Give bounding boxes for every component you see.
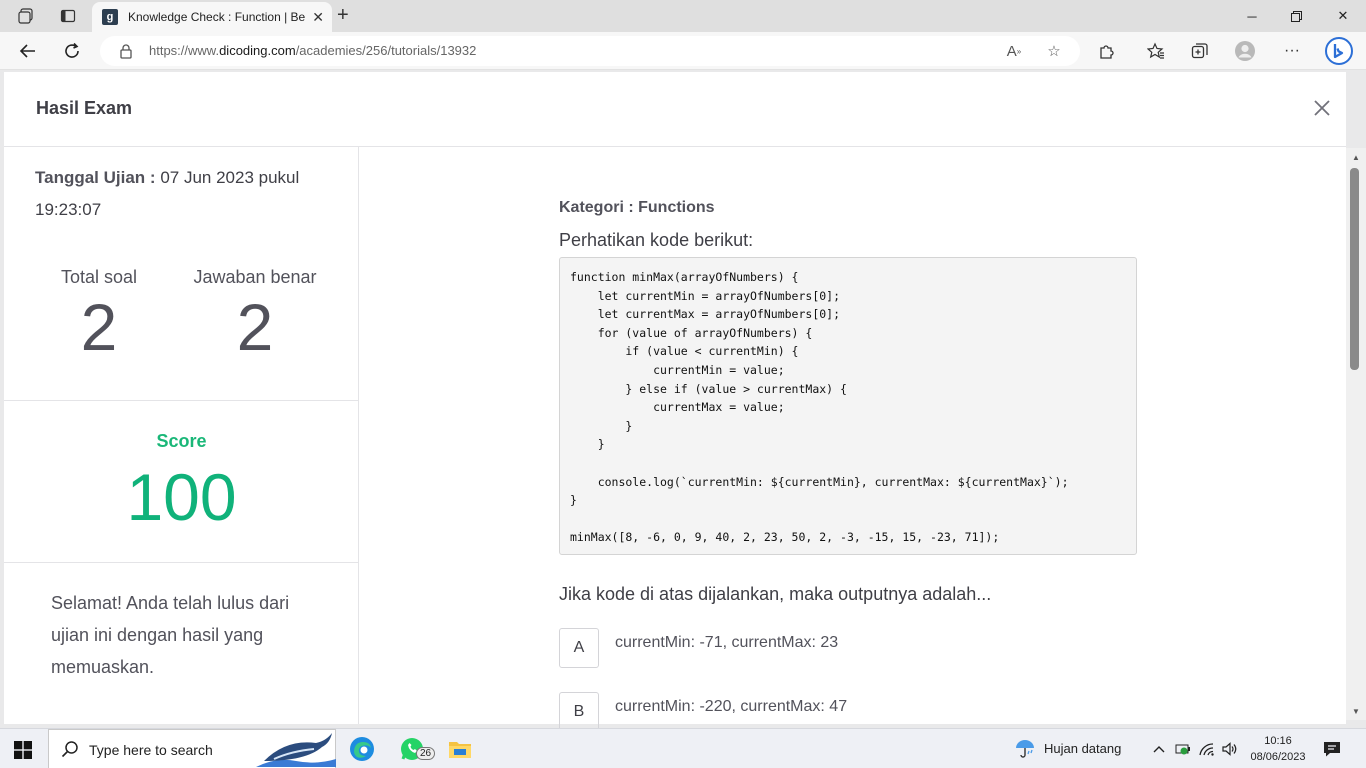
score-label: Score [156,431,207,451]
option-letter[interactable]: B [559,692,599,732]
question-prompt: Jika kode di atas dijalankan, maka outpu… [559,584,992,604]
total-questions-label: Total soal [60,267,138,287]
weather-text[interactable]: Hujan datang [1044,741,1121,756]
browser-tab-bar: g Knowledge Check : Function | Bel ✕ + ─… [0,0,1366,32]
exam-date: Tanggal Ujian : 07 Jun 2023 pukul 19:23:… [35,162,325,226]
scroll-down-icon[interactable]: ▼ [1346,704,1366,718]
windows-taskbar: Type here to search 26 Hujan datang 10:1… [0,728,1366,768]
url-field[interactable]: https://www.dicoding.com/academies/256/t… [100,36,1080,66]
read-aloud-icon[interactable]: A» [1004,41,1024,61]
whatsapp-unread-badge: 26 [416,747,436,760]
modal-header: Hasil Exam [4,72,1346,147]
score-value: 100 [126,460,237,534]
search-icon [61,741,78,758]
tab-close-icon[interactable]: ✕ [312,9,324,26]
favorites-icon[interactable] [1145,40,1167,62]
option-text[interactable]: currentMin: -71, currentMax: 23 [615,634,838,652]
file-explorer-icon[interactable] [444,733,476,765]
window-close-icon[interactable]: ✕ [1320,0,1366,32]
collections-icon[interactable] [1189,40,1211,62]
show-hidden-icons-chevron-icon[interactable] [1150,740,1168,758]
scroll-thumb[interactable] [1350,168,1359,370]
congrats-message: Selamat! Anda telah lulus dari ujian ini… [51,593,290,677]
correct-answers-stat: Jawaban benar 2 [175,267,335,364]
weather-umbrella-icon[interactable] [1014,737,1036,759]
divider [4,400,359,401]
volume-icon[interactable] [1221,740,1239,758]
total-questions-stat: Total soal 2 [19,267,179,364]
search-highlight-whale-icon[interactable] [256,731,336,767]
clock-date: 08/06/2023 [1250,751,1306,763]
search-placeholder[interactable]: Type here to search [89,742,213,758]
divider [4,562,359,563]
question-category: Kategori : Functions [559,199,715,216]
restore-icon[interactable] [1273,0,1319,32]
favorite-star-icon[interactable]: ☆ [1044,41,1064,61]
answer-option-b[interactable]: B currentMin: -220, currentMax: 47 [559,692,1139,732]
scroll-up-icon[interactable]: ▲ [1346,150,1366,164]
option-letter[interactable]: A [559,628,599,668]
dicoding-favicon-icon: g [102,9,118,25]
minimize-icon[interactable]: ─ [1229,0,1275,32]
new-tab-icon[interactable]: + [337,4,349,26]
more-options-icon[interactable]: ··· [1281,40,1303,62]
tab-actions-icon[interactable] [56,4,80,28]
workspaces-icon[interactable] [14,4,38,28]
option-text[interactable]: currentMin: -220, currentMax: 47 [615,698,847,716]
windows-start-icon[interactable] [14,741,32,759]
address-bar-row: https://www.dicoding.com/academies/256/t… [0,32,1366,70]
correct-answers-label: Jawaban benar [193,267,317,287]
answer-option-a[interactable]: A currentMin: -71, currentMax: 23 [559,628,1139,668]
clock-time: 10:16 [1264,735,1292,747]
back-icon[interactable] [16,39,40,63]
code-block: function minMax(arrayOfNumbers) { let cu… [559,257,1137,555]
edge-browser-icon[interactable] [346,733,378,765]
notifications-icon[interactable] [1322,739,1342,759]
wifi-icon[interactable] [1198,740,1216,758]
extensions-icon[interactable] [1096,40,1118,62]
tab-title: Knowledge Check : Function | Bel [128,10,306,24]
modal-scrollbar[interactable]: ▲ ▼ [1346,148,1366,720]
battery-charging-icon[interactable] [1174,740,1192,758]
profile-avatar-icon[interactable] [1234,40,1256,62]
exam-result-modal: Hasil Exam Tanggal Ujian : 07 Jun 2023 p… [4,72,1346,732]
system-clock[interactable]: 10:16 08/06/2023 [1246,733,1310,765]
result-summary-panel: Tanggal Ujian : 07 Jun 2023 pukul 19:23:… [4,147,359,724]
code-text: function minMax(arrayOfNumbers) { let cu… [570,270,1069,545]
tab-active[interactable]: g Knowledge Check : Function | Bel ✕ [92,2,332,32]
question-intro: Perhatikan kode berikut: [559,230,754,250]
modal-close-icon[interactable] [1310,96,1334,120]
bing-chat-icon[interactable] [1324,36,1354,66]
total-questions-value: 2 [80,290,118,364]
refresh-icon[interactable] [60,39,84,63]
correct-answers-value: 2 [236,290,274,364]
url-text[interactable]: https://www.dicoding.com/academies/256/t… [149,43,476,58]
lock-icon[interactable] [118,43,134,59]
exam-date-label: Tanggal Ujian : [35,168,156,187]
modal-title: Hasil Exam [36,98,133,118]
